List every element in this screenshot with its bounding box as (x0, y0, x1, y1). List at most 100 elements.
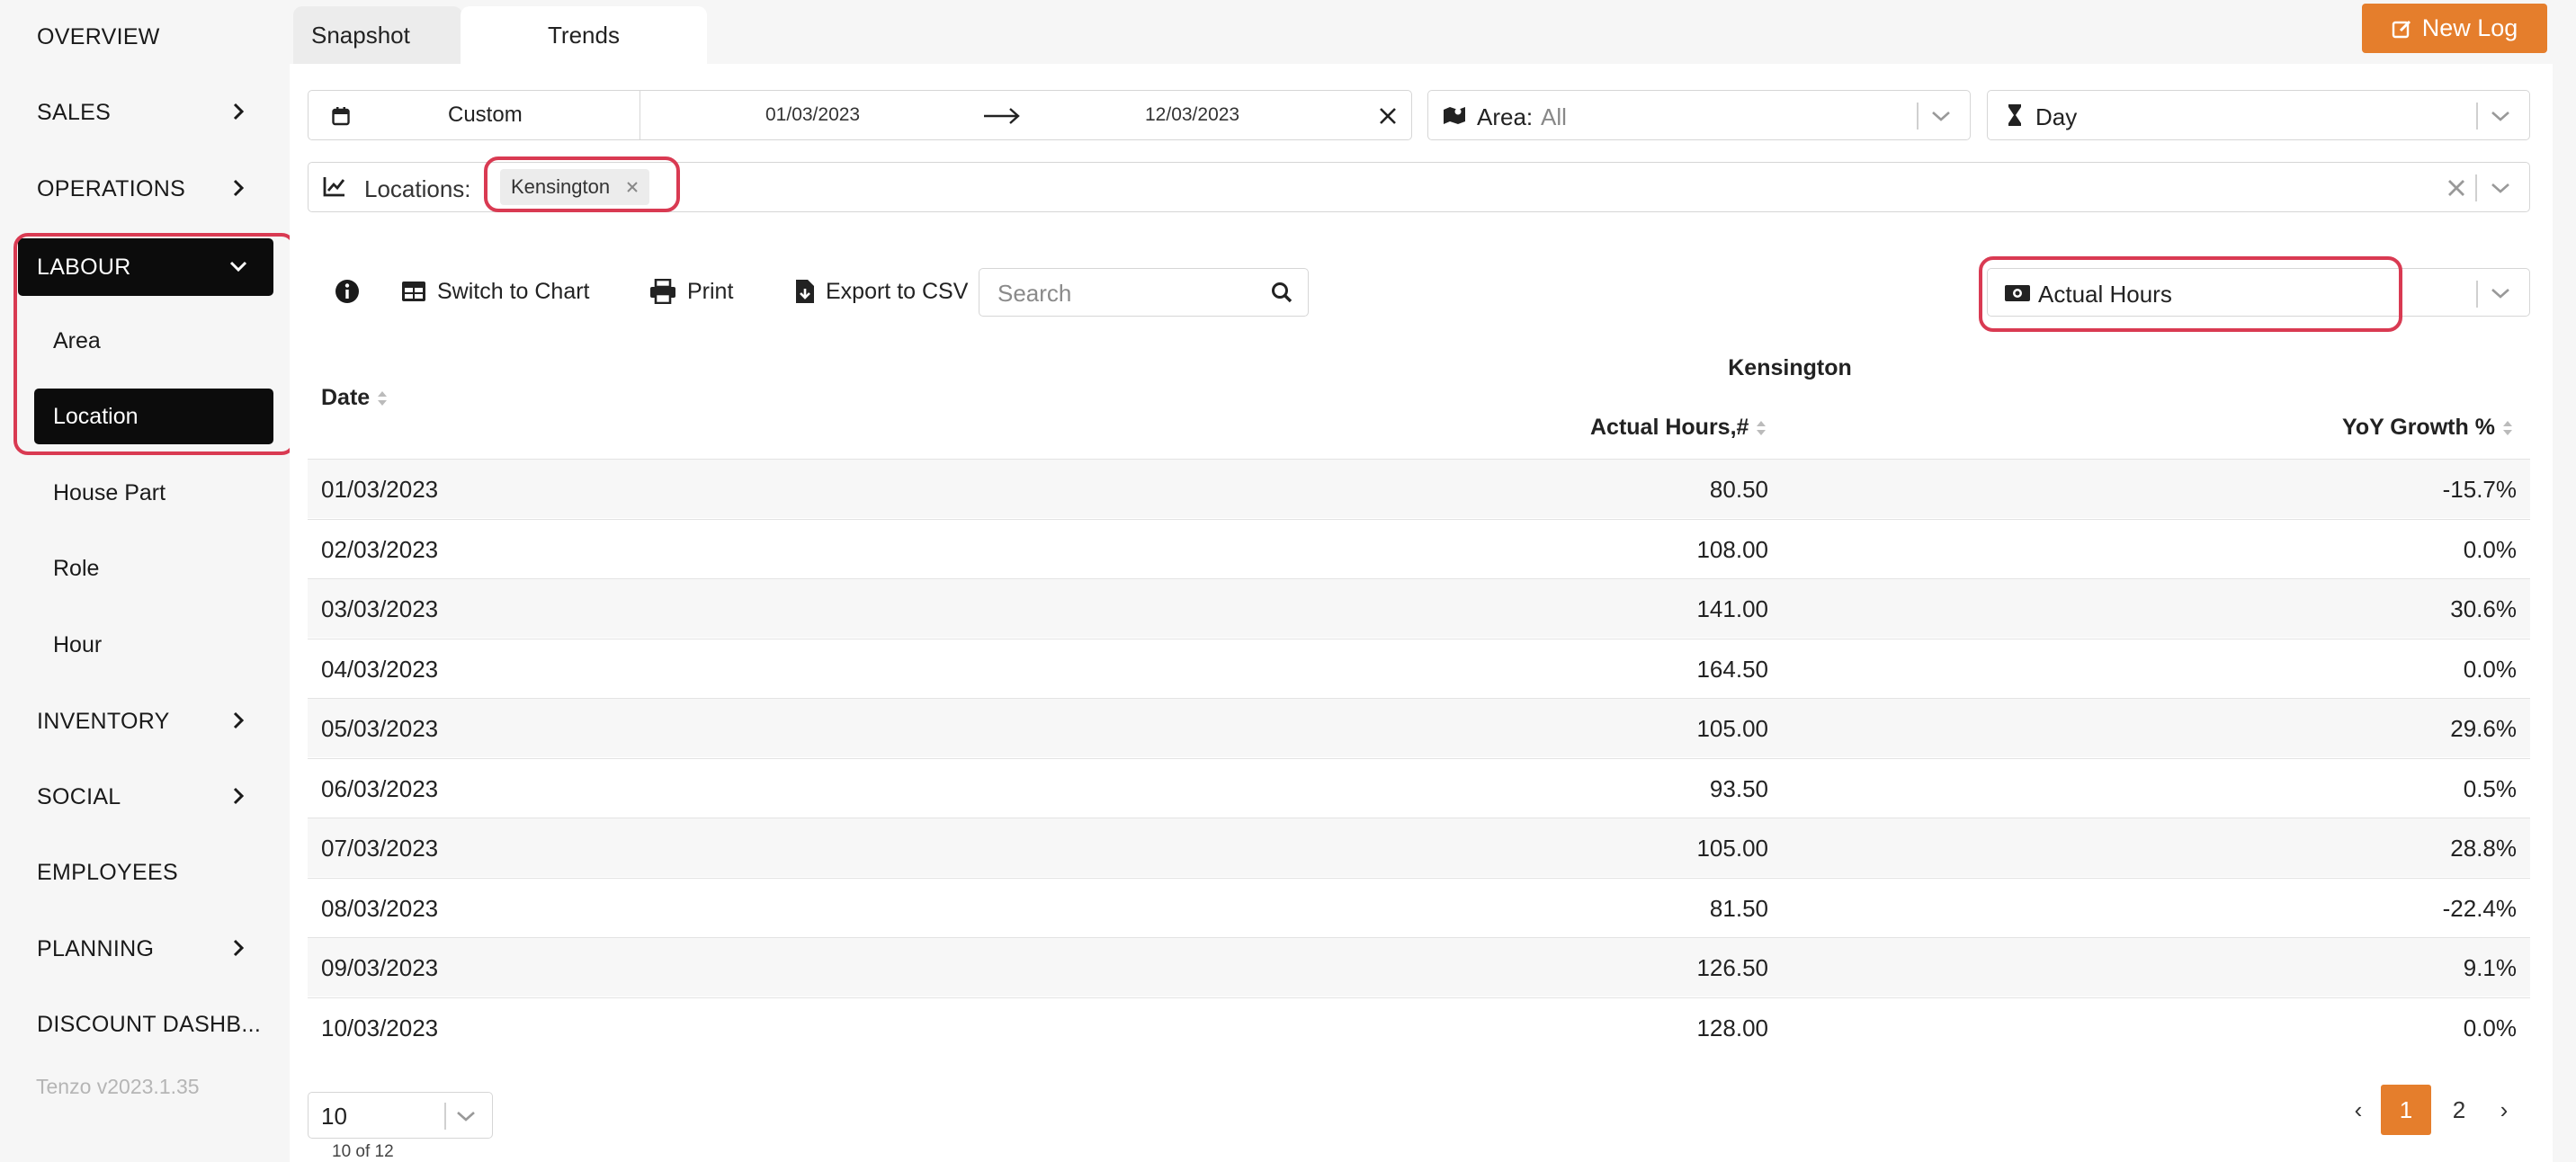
export-csv-button[interactable]: Export to CSV (795, 272, 968, 311)
table-row: 04/03/2023 164.50 0.0% (308, 639, 2530, 698)
page-button-2[interactable]: 2 (2434, 1085, 2484, 1135)
money-icon (2005, 285, 2030, 301)
line-chart-icon (323, 177, 345, 197)
divider (2476, 281, 2478, 308)
prev-page-button[interactable]: ‹ (2342, 1085, 2375, 1135)
clear-icon[interactable] (1379, 107, 1397, 125)
sidebar-item-label: EMPLOYEES (37, 859, 178, 885)
version-label: Tenzo v2023.1.35 (36, 1075, 200, 1098)
sidebar-item-labour[interactable]: LABOUR (18, 238, 273, 296)
sidebar-item-overview[interactable]: OVERVIEW (18, 6, 273, 67)
chevron-down-icon (1932, 112, 1950, 121)
table-row: 09/03/2023 126.50 9.1% (308, 937, 2530, 997)
sidebar-item-social[interactable]: SOCIAL (18, 766, 273, 827)
metric-select[interactable]: Actual Hours (1987, 268, 2530, 317)
remove-chip-icon[interactable] (626, 181, 639, 193)
sidebar-subitem-label: Hour (53, 631, 103, 657)
edit-icon (2392, 20, 2411, 38)
chevron-right-icon (233, 787, 245, 805)
app-root: OVERVIEW SALES OPERATIONS LABOUR Area Lo… (0, 0, 2576, 1162)
cell-actual-hours: 126.50 (1696, 954, 1768, 981)
location-group-header: Kensington (1728, 355, 1852, 380)
location-chip-label: Kensington (511, 175, 611, 198)
sidebar-subitem-role[interactable]: Role (34, 541, 273, 596)
arrow-right-icon (984, 108, 1020, 124)
sidebar-item-discount-dashboard[interactable]: DISCOUNT DASHB... (18, 994, 273, 1055)
range-type-select[interactable]: Custom (448, 91, 523, 139)
sidebar-subitem-label: Area (53, 327, 101, 353)
area-label: Area: (1477, 103, 1534, 130)
cell-yoy-growth: 30.6% (2450, 595, 2517, 622)
chevron-right-icon (233, 179, 245, 197)
switch-to-chart-button[interactable]: Switch to Chart (401, 272, 590, 311)
tab-trends[interactable]: Trends (461, 6, 707, 64)
cell-yoy-growth: 0.0% (2463, 536, 2517, 563)
sidebar-item-label: SOCIAL (37, 783, 121, 809)
hourglass-icon (2008, 104, 2021, 126)
sidebar-item-inventory[interactable]: INVENTORY (18, 691, 273, 752)
cell-date: 05/03/2023 (321, 715, 439, 742)
table-row: 01/03/2023 80.50 -15.7% (308, 459, 2530, 518)
cell-date: 07/03/2023 (321, 835, 439, 862)
export-csv-label: Export to CSV (826, 278, 969, 304)
scrollbar[interactable] (2553, 0, 2576, 1162)
table-row: 10/03/2023 128.00 0.0% (308, 997, 2530, 1057)
area-select[interactable]: Area: All (1427, 90, 1971, 140)
column-header-actual-hours[interactable]: Actual Hours,# (1590, 415, 1767, 441)
sidebar-item-planning[interactable]: PLANNING (18, 918, 273, 979)
cell-date: 03/03/2023 (321, 595, 439, 622)
cell-date: 10/03/2023 (321, 1015, 439, 1041)
location-chip[interactable]: Kensington (500, 169, 650, 205)
search-input[interactable] (997, 278, 1249, 308)
switch-to-chart-label: Switch to Chart (437, 278, 590, 304)
sidebar-item-label: SALES (37, 99, 112, 125)
sort-icon (378, 390, 388, 406)
column-header-date[interactable]: Date (321, 385, 388, 411)
sidebar-subitem-label: Role (53, 555, 100, 581)
new-log-label: New Log (2421, 14, 2518, 41)
cell-actual-hours: 105.00 (1696, 715, 1768, 742)
page-button-1[interactable]: 1 (2381, 1085, 2431, 1135)
sidebar-subitem-hour[interactable]: Hour (34, 617, 273, 673)
divider (2476, 103, 2478, 130)
chevron-right-icon (233, 103, 245, 121)
date-from-input[interactable]: 01/03/2023 (765, 91, 860, 139)
column-header-yoy-growth[interactable]: YoY Growth % (2342, 415, 2513, 441)
sidebar-subitem-house-part[interactable]: House Part (34, 465, 273, 521)
cell-yoy-growth: 9.1% (2463, 954, 2517, 981)
search-icon[interactable] (1271, 282, 1292, 303)
cell-yoy-growth: -22.4% (2442, 895, 2517, 922)
print-button[interactable]: Print (649, 272, 733, 311)
cell-actual-hours: 105.00 (1696, 835, 1768, 862)
cell-actual-hours: 81.50 (1709, 895, 1768, 922)
cell-date: 08/03/2023 (321, 895, 439, 922)
sidebar-item-label: LABOUR (37, 254, 131, 280)
cell-yoy-growth: 0.0% (2463, 1015, 2517, 1041)
table-row: 02/03/2023 108.00 0.0% (308, 519, 2530, 578)
cell-actual-hours: 128.00 (1696, 1015, 1768, 1041)
sidebar-item-sales[interactable]: SALES (18, 82, 273, 143)
next-page-button[interactable]: › (2488, 1085, 2520, 1135)
sidebar-subitem-location[interactable]: Location (34, 389, 273, 444)
date-to-input[interactable]: 12/03/2023 (1145, 91, 1239, 139)
sidebar-item-label: OPERATIONS (37, 175, 186, 201)
sidebar: OVERVIEW SALES OPERATIONS LABOUR Area Lo… (0, 0, 290, 1162)
print-label: Print (687, 278, 734, 304)
granularity-select[interactable]: Day (1987, 90, 2530, 140)
page-size-select[interactable]: 10 (308, 1092, 493, 1139)
row-count-text: 10 of 12 (332, 1142, 394, 1161)
new-log-button[interactable]: New Log (2362, 4, 2547, 53)
search-field[interactable] (979, 268, 1309, 317)
sidebar-item-operations[interactable]: OPERATIONS (18, 158, 273, 219)
sidebar-item-employees[interactable]: EMPLOYEES (18, 842, 273, 903)
sidebar-subitem-area[interactable]: Area (34, 313, 273, 369)
chevron-right-icon (233, 939, 245, 957)
page-size-value: 10 (321, 1103, 347, 1130)
date-range-field[interactable]: Custom 01/03/2023 12/03/2023 (308, 90, 1412, 140)
clear-icon[interactable] (2446, 178, 2466, 198)
printer-icon (650, 279, 675, 304)
sidebar-item-label: PLANNING (37, 935, 155, 961)
tab-label: Snapshot (311, 21, 410, 49)
info-icon[interactable] (335, 279, 360, 304)
tab-snapshot[interactable]: Snapshot (293, 6, 462, 64)
